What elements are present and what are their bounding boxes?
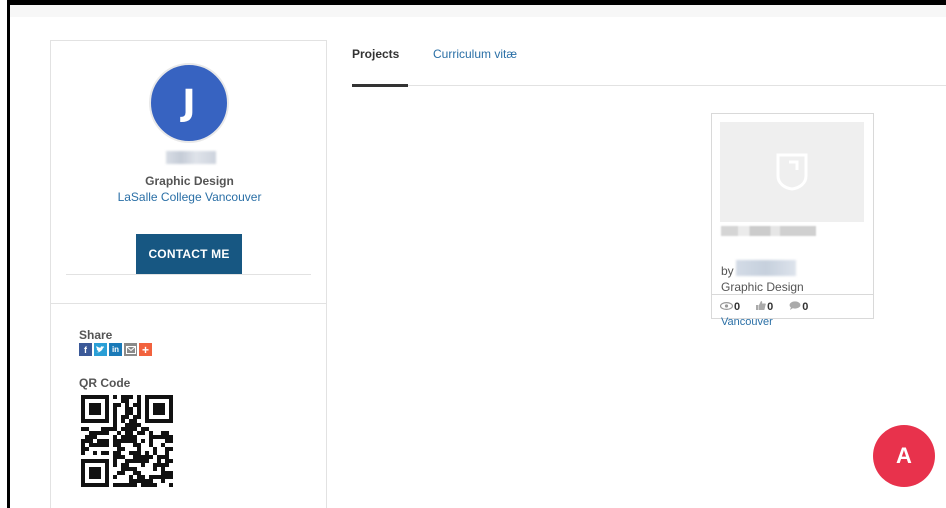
profile-school-link[interactable]: LaSalle College Vancouver xyxy=(51,190,328,204)
active-tab-indicator xyxy=(352,84,408,87)
likes-stat: 0 xyxy=(756,300,774,313)
profile-discipline: Graphic Design xyxy=(145,174,234,188)
eye-icon xyxy=(719,301,734,313)
qr-code-image xyxy=(81,395,173,487)
annotation-badge: A xyxy=(873,425,935,487)
linkedin-icon[interactable]: in xyxy=(109,343,122,356)
share-label: Share xyxy=(79,328,113,342)
comment-icon xyxy=(789,300,801,313)
blurred-project-title xyxy=(721,226,816,236)
tab-curriculum-vitae[interactable]: Curriculum vitæ xyxy=(433,47,517,61)
comments-stat: 0 xyxy=(789,301,808,313)
views-count: 0 xyxy=(734,300,741,313)
more-icon[interactable]: + xyxy=(139,343,152,357)
placeholder-logo-icon xyxy=(776,153,808,191)
divider xyxy=(51,303,326,304)
views-stat: 0 xyxy=(719,300,741,313)
blurred-author-name xyxy=(736,260,796,276)
twitter-icon[interactable] xyxy=(94,343,107,356)
contact-me-button[interactable]: CONTACT ME xyxy=(136,234,242,274)
divider xyxy=(66,274,311,275)
avatar[interactable]: J xyxy=(149,63,229,143)
tab-projects[interactable]: Projects xyxy=(352,47,399,61)
project-stats: 0 0 0 xyxy=(712,294,873,318)
likes-count: 0 xyxy=(767,300,774,313)
project-discipline: Graphic Design xyxy=(721,280,804,294)
tab-bar: Projects Curriculum vitæ xyxy=(352,40,946,87)
project-thumbnail[interactable] xyxy=(720,122,864,222)
blurred-user-name xyxy=(166,151,216,164)
overflow-school-text: Vancouver xyxy=(721,316,773,328)
facebook-icon[interactable]: f xyxy=(79,343,92,356)
project-card[interactable]: by Graphic Design 0 0 0 xyxy=(711,113,874,319)
qr-code-label: QR Code xyxy=(79,376,131,390)
thumbs-up-icon xyxy=(756,300,766,313)
top-strip xyxy=(10,5,946,17)
email-icon[interactable] xyxy=(124,343,137,356)
comments-count: 0 xyxy=(802,300,809,313)
frame-border-left xyxy=(7,0,10,508)
by-label: by xyxy=(721,264,734,278)
profile-sidebar: J Graphic Design LaSalle College Vancouv… xyxy=(50,40,327,508)
share-icons: f in + xyxy=(79,343,152,357)
